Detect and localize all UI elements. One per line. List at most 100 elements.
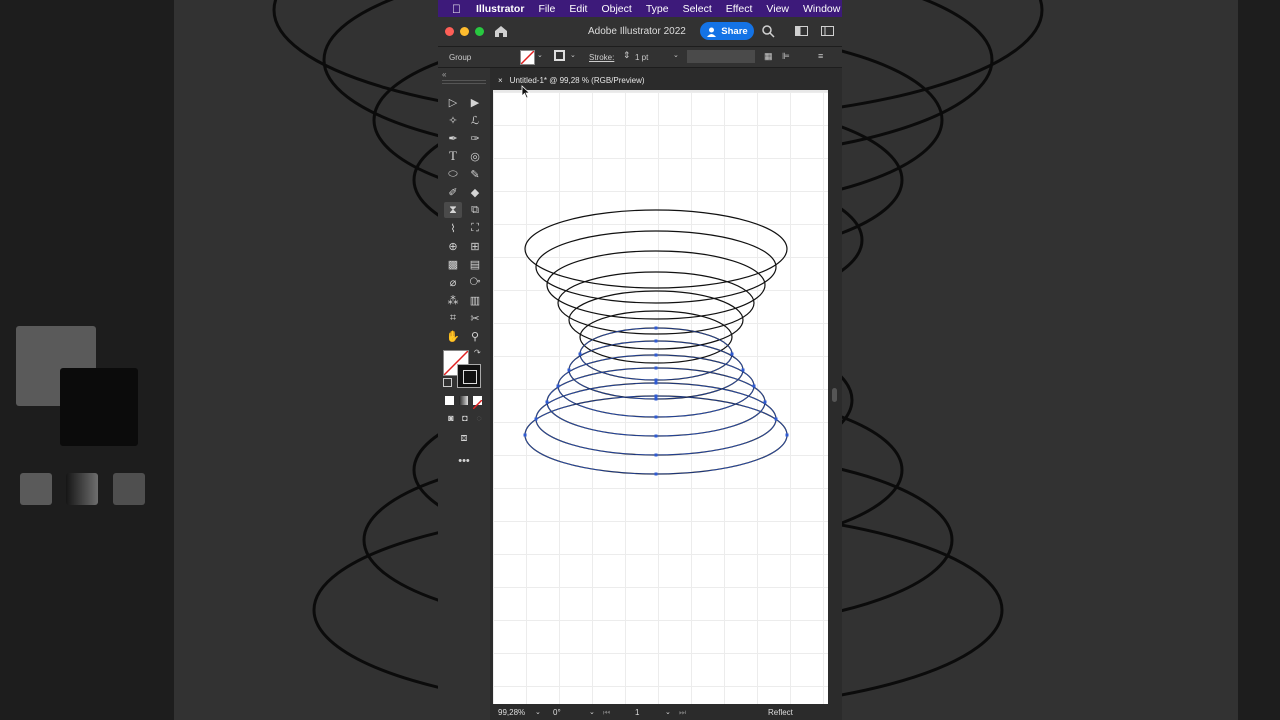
zoom-dropdown-icon[interactable]: ⌄: [535, 708, 541, 716]
type-tool-icon[interactable]: T: [444, 148, 462, 164]
stroke-swatch[interactable]: [457, 364, 481, 388]
minimize-window-button[interactable]: [460, 27, 469, 36]
menu-view[interactable]: View: [759, 3, 796, 15]
free-transform-tool-icon[interactable]: ⛶: [466, 220, 484, 236]
anchor-point[interactable]: [654, 397, 658, 401]
slice-tool-icon[interactable]: ✂: [466, 310, 484, 326]
hand-tool-icon[interactable]: ✋: [444, 328, 462, 344]
ellipse-path[interactable]: [557, 354, 755, 418]
stroke-weight-value[interactable]: 1 pt: [635, 53, 648, 62]
symbol-sprayer-tool-icon[interactable]: ⁂: [444, 292, 462, 308]
anchor-point[interactable]: [654, 415, 658, 419]
variable-width-field[interactable]: [687, 50, 755, 63]
artwork[interactable]: [493, 92, 828, 704]
reflect-tool-icon[interactable]: ⧗: [444, 202, 462, 218]
screen-mode-icon[interactable]: ⧈: [455, 430, 473, 446]
menu-edit[interactable]: Edit: [562, 3, 594, 15]
menu-window[interactable]: Window: [796, 3, 842, 15]
anchor-point[interactable]: [654, 366, 658, 370]
anchor-point[interactable]: [545, 400, 549, 404]
eyedropper-tool-icon[interactable]: ⌀: [444, 274, 462, 290]
anchor-point[interactable]: [534, 417, 538, 421]
artboard-number[interactable]: 1: [635, 708, 639, 717]
rotation-dropdown-icon[interactable]: ⌄: [589, 708, 595, 716]
anchor-point[interactable]: [654, 434, 658, 438]
anchor-point[interactable]: [774, 417, 778, 421]
anchor-point[interactable]: [523, 433, 527, 437]
search-icon[interactable]: [762, 25, 775, 38]
anchor-point[interactable]: [763, 400, 767, 404]
artboard-dropdown-icon[interactable]: ⌄: [665, 708, 671, 716]
menu-select[interactable]: Select: [676, 3, 719, 15]
vertical-scroll-thumb[interactable]: [832, 388, 837, 402]
ellipse-path[interactable]: [546, 250, 766, 320]
anchor-point[interactable]: [567, 368, 571, 372]
warp-tool-icon[interactable]: ⌇: [444, 220, 462, 236]
apple-icon[interactable]: : [438, 2, 469, 16]
ellipse-path[interactable]: [535, 230, 777, 304]
anchor-point[interactable]: [654, 326, 658, 330]
ellipse-path[interactable]: [535, 382, 777, 456]
collapse-toolbox-icon[interactable]: «: [442, 70, 446, 79]
artboard-next-icon[interactable]: ⏭: [679, 708, 686, 718]
canvas-area[interactable]: [493, 90, 842, 704]
zoom-window-button[interactable]: [475, 27, 484, 36]
fill-dropdown-icon[interactable]: ⌄: [537, 51, 543, 59]
lasso-tool-icon[interactable]: ℒ: [466, 112, 484, 128]
artboard[interactable]: [493, 92, 828, 704]
pen-tool-icon[interactable]: ✒: [444, 130, 462, 146]
gradient-tool-icon[interactable]: ▤: [466, 256, 484, 272]
anchor-point[interactable]: [654, 381, 658, 385]
mesh-tool-icon[interactable]: ▩: [444, 256, 462, 272]
blend-tool-icon[interactable]: ⧂: [466, 274, 484, 290]
anchor-point[interactable]: [785, 433, 789, 437]
ellipse-path[interactable]: [524, 209, 788, 289]
shaper-tool-icon[interactable]: ✐: [444, 184, 462, 200]
anchor-point[interactable]: [654, 339, 658, 343]
anchor-point[interactable]: [654, 472, 658, 476]
artboard-prev-icon[interactable]: ⏮: [603, 708, 610, 718]
stroke-color-swatch[interactable]: [554, 50, 565, 61]
menu-object[interactable]: Object: [594, 3, 638, 15]
ellipse-tool-icon[interactable]: ⬭: [444, 166, 462, 182]
gradient-mode-icon[interactable]: [459, 396, 468, 405]
menu-effect[interactable]: Effect: [719, 3, 760, 15]
perspective-grid-tool-icon[interactable]: ⊞: [466, 238, 484, 254]
stroke-dropdown-icon[interactable]: ⌄: [570, 51, 576, 59]
vertical-scrollbar[interactable]: [828, 90, 842, 704]
scale-tool-icon[interactable]: ⧉: [466, 202, 484, 218]
ellipse-path[interactable]: [546, 367, 766, 437]
zoom-level[interactable]: 99,28%: [498, 708, 525, 717]
anchor-point[interactable]: [654, 378, 658, 382]
anchor-point[interactable]: [730, 352, 734, 356]
paintbrush-tool-icon[interactable]: ✎: [466, 166, 484, 182]
zoom-tool-icon[interactable]: ⚲: [466, 328, 484, 344]
draw-inside-icon[interactable]: ◌: [470, 410, 488, 426]
menu-app-name[interactable]: Illustrator: [469, 3, 531, 15]
color-mode-icon[interactable]: [445, 396, 454, 405]
none-mode-icon[interactable]: [472, 396, 483, 410]
stroke-label[interactable]: Stroke:: [589, 53, 614, 62]
fill-color-swatch[interactable]: [520, 50, 535, 65]
home-icon[interactable]: [494, 25, 508, 38]
selection-tool-icon[interactable]: ▷: [444, 94, 462, 110]
close-window-button[interactable]: [445, 27, 454, 36]
default-fill-stroke-icon[interactable]: [443, 378, 452, 387]
anchor-point[interactable]: [654, 353, 658, 357]
menu-file[interactable]: File: [531, 3, 562, 15]
artboard-tool-icon[interactable]: ⌗: [444, 310, 462, 326]
panel-menu-icon[interactable]: ≡: [818, 51, 823, 61]
column-graph-tool-icon[interactable]: ▥: [466, 292, 484, 308]
share-button[interactable]: Share: [700, 22, 754, 40]
shape-builder-tool-icon[interactable]: ⊕: [444, 238, 462, 254]
anchor-point[interactable]: [741, 368, 745, 372]
transform-icon[interactable]: ⊫: [782, 51, 790, 62]
rotation-value[interactable]: 0°: [553, 708, 561, 717]
anchor-point[interactable]: [654, 453, 658, 457]
edit-toolbar-icon[interactable]: •••: [455, 453, 473, 469]
anchor-point[interactable]: [654, 394, 658, 398]
stroke-weight-stepper-icon[interactable]: ⇕: [623, 50, 631, 61]
spiral-tool-icon[interactable]: ◎: [466, 148, 484, 164]
close-tab-icon[interactable]: ×: [498, 76, 503, 85]
anchor-point[interactable]: [578, 352, 582, 356]
